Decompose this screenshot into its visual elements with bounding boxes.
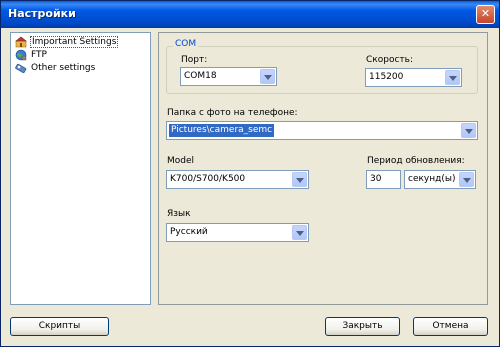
chevron-down-icon[interactable] (445, 70, 460, 85)
refresh-unit-select[interactable]: секунд(ы) (404, 170, 476, 189)
refresh-period-label: Период обновления: (367, 156, 465, 166)
port-label: Порт: (181, 55, 208, 65)
refresh-period-value: 30 (370, 174, 382, 184)
close-button[interactable]: Закрыть (325, 317, 400, 336)
language-label: Язык (167, 209, 191, 219)
refresh-period-input[interactable]: 30 (366, 170, 401, 189)
speed-label: Скорость: (366, 55, 413, 65)
settings-tree[interactable]: Important Settings FTP Other settings (10, 32, 151, 305)
speed-value: 115200 (369, 72, 404, 82)
tree-item-ftp[interactable]: FTP (15, 49, 48, 61)
photo-folder-label: Папка с фото на телефоне: (167, 108, 298, 118)
chevron-down-icon[interactable] (461, 123, 476, 138)
photo-folder-value: Pictures\camera_semc (169, 124, 275, 137)
close-window-button[interactable]: ✕ (476, 5, 495, 24)
title-bar[interactable]: Настройки ✕ (1, 1, 499, 28)
cancel-button[interactable]: Отмена (413, 317, 488, 336)
model-label: Model (167, 156, 195, 166)
tree-item-label: Important Settings (30, 36, 119, 48)
chevron-down-icon[interactable] (260, 69, 275, 84)
chevron-down-icon[interactable] (292, 172, 307, 187)
window-title: Настройки (8, 7, 76, 20)
com-group-legend: COM (173, 39, 199, 49)
chevron-down-icon[interactable] (459, 172, 474, 187)
globe-icon (15, 49, 27, 61)
tools-icon (15, 63, 27, 74)
photo-folder-select[interactable]: Pictures\camera_semc (166, 121, 478, 140)
folder-house-icon (15, 36, 27, 48)
scripts-button[interactable]: Скрипты (10, 317, 109, 336)
port-value: COM18 (184, 71, 217, 81)
tree-item-label: FTP (31, 50, 47, 60)
port-select[interactable]: COM18 (180, 67, 277, 86)
refresh-unit-value: секунд(ы) (408, 174, 456, 184)
tree-item-other-settings[interactable]: Other settings (15, 62, 96, 74)
tree-item-label: Other settings (31, 63, 96, 73)
close-icon: ✕ (480, 7, 491, 20)
model-value: K700/S700/K500 (170, 174, 246, 184)
speed-select[interactable]: 115200 (365, 68, 462, 87)
language-value: Русский (170, 227, 208, 237)
tree-item-important-settings[interactable]: Important Settings (15, 36, 119, 48)
language-select[interactable]: Русский (166, 223, 309, 242)
model-select[interactable]: K700/S700/K500 (166, 170, 309, 189)
chevron-down-icon[interactable] (292, 225, 307, 240)
